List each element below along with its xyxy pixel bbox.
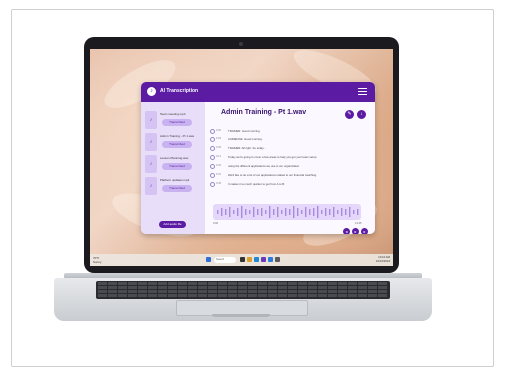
sidebar-file-item[interactable]: ♪ Platform updates.mp4 Transcribed (145, 177, 202, 197)
line-text: It makes it so much quicker to get from … (228, 181, 285, 186)
audio-file-icon: ♪ (145, 111, 157, 129)
line-text: Today we're going to cover a few areas t… (228, 154, 317, 159)
waveform-graphic (217, 206, 359, 218)
play-line-icon[interactable] (210, 173, 215, 178)
webcam (239, 42, 243, 46)
lid-notch (212, 314, 270, 317)
audio-file-icon: ♪ (145, 177, 157, 195)
app-header: ♪ AI Transcription (141, 82, 375, 102)
transcript-line[interactable]: 0:31 We'd like to do a lot of our applic… (210, 172, 370, 178)
line-text: using the different applications we use … (228, 163, 300, 168)
sidebar-file-name: Lesson Planning.wav (160, 156, 189, 160)
play-icon[interactable]: ▸ (352, 228, 359, 234)
sidebar-file-item[interactable]: ♪ Admin Training - Pt 1.wav Transcribed (145, 133, 202, 153)
laptop-screen: ♪ AI Transcription ♪ Team meeting.mp4 Tr… (90, 49, 393, 266)
file-sidebar: ♪ Team meeting.mp4 Transcribed ♪ Admin T… (141, 102, 205, 234)
edge-icon[interactable] (254, 257, 259, 262)
transcript-line[interactable]: 0:12 Today we're going to cover a few ar… (210, 154, 370, 160)
clock-date: 10/16/2024 (376, 258, 390, 263)
app-logo-icon: ♪ (147, 87, 156, 96)
transcribed-button[interactable]: Transcribed (162, 185, 192, 192)
line-text: TRAINER: All right. So today... (228, 145, 266, 150)
audio-file-icon: ♪ (145, 133, 157, 151)
line-timestamp: 0:05 (216, 146, 222, 149)
weather-condition: Sunny (93, 260, 102, 264)
system-clock[interactable]: 10:10 AM 10/16/2024 (376, 255, 390, 263)
sidebar-file-name: Admin Training - Pt 1.wav (160, 134, 195, 138)
store-icon[interactable] (268, 257, 273, 262)
playback-start-time: 0:00 (213, 222, 219, 225)
transcript-line[interactable]: 0:20 using the different applications we… (210, 163, 370, 169)
key-row (98, 282, 388, 285)
app-title: AI Transcription (160, 88, 199, 94)
play-line-icon[interactable] (210, 155, 215, 160)
transcript-title: Admin Training - Pt 1.wav (221, 109, 307, 116)
line-text: We'd like to do a lot of our application… (228, 172, 317, 177)
transcript-line[interactable]: 0:03 AUDIENCE: Good morning. (210, 136, 370, 142)
file-explorer-icon[interactable] (247, 257, 252, 262)
transcript-line[interactable]: 0:45 It makes it so much quicker to get … (210, 181, 370, 187)
app-icon[interactable] (261, 257, 266, 262)
weather-widget[interactable]: 70°F Sunny (93, 256, 102, 264)
play-line-icon[interactable] (210, 164, 215, 169)
line-timestamp: 0:12 (216, 155, 222, 158)
line-timestamp: 0:00 (216, 129, 222, 132)
audio-waveform[interactable] (213, 204, 361, 220)
transcript-line[interactable]: 0:05 TRAINER: All right. So today... (210, 145, 370, 151)
keyboard (96, 281, 390, 299)
taskbar-search[interactable]: Search (214, 257, 236, 263)
sidebar-file-item[interactable]: ♪ Lesson Planning.wav Transcribed (145, 155, 202, 175)
line-timestamp: 0:20 (216, 164, 222, 167)
windows-taskbar: 70°F Sunny Search 10:10 AM 10/16/2024 (90, 254, 393, 266)
rewind-icon[interactable]: ◂ (343, 228, 350, 234)
transcript-line[interactable]: 0:00 TRAINER: Good morning. (210, 128, 370, 134)
transcription-app-window: ♪ AI Transcription ♪ Team meeting.mp4 Tr… (141, 82, 375, 234)
play-line-icon[interactable] (210, 137, 215, 142)
transcribed-button[interactable]: Transcribed (162, 141, 192, 148)
sidebar-file-item[interactable]: ♪ Team meeting.mp4 Transcribed (145, 111, 202, 131)
playback-end-time: 13:45 (355, 222, 362, 225)
task-view-icon[interactable] (240, 257, 245, 262)
line-text: AUDIENCE: Good morning. (228, 136, 263, 141)
start-icon[interactable] (206, 257, 211, 262)
line-text: TRAINER: Good morning. (228, 128, 261, 133)
play-line-icon[interactable] (210, 129, 215, 134)
edit-icon[interactable]: ✎ (345, 110, 354, 119)
transcribed-button[interactable]: Transcribed (162, 163, 192, 170)
hamburger-menu-icon[interactable] (358, 88, 367, 95)
forward-icon[interactable]: ▸ (361, 228, 368, 234)
transcript-panel: Admin Training - Pt 1.wav ✎ ↓ 0:00 TRAIN… (205, 102, 375, 234)
settings-icon[interactable] (275, 257, 280, 262)
key-row (98, 294, 388, 297)
line-timestamp: 0:45 (216, 182, 222, 185)
play-line-icon[interactable] (210, 146, 215, 151)
add-audio-file-button[interactable]: Add audio file (159, 221, 186, 228)
download-icon[interactable]: ↓ (357, 110, 366, 119)
sidebar-file-name: Platform updates.mp4 (160, 178, 190, 182)
audio-file-icon: ♪ (145, 155, 157, 173)
play-line-icon[interactable] (210, 182, 215, 187)
line-timestamp: 0:03 (216, 137, 222, 140)
transcribed-button[interactable]: Transcribed (162, 119, 192, 126)
key-row (98, 290, 388, 293)
line-timestamp: 0:31 (216, 173, 222, 176)
key-row (98, 286, 388, 289)
sidebar-file-name: Team meeting.mp4 (160, 112, 186, 116)
